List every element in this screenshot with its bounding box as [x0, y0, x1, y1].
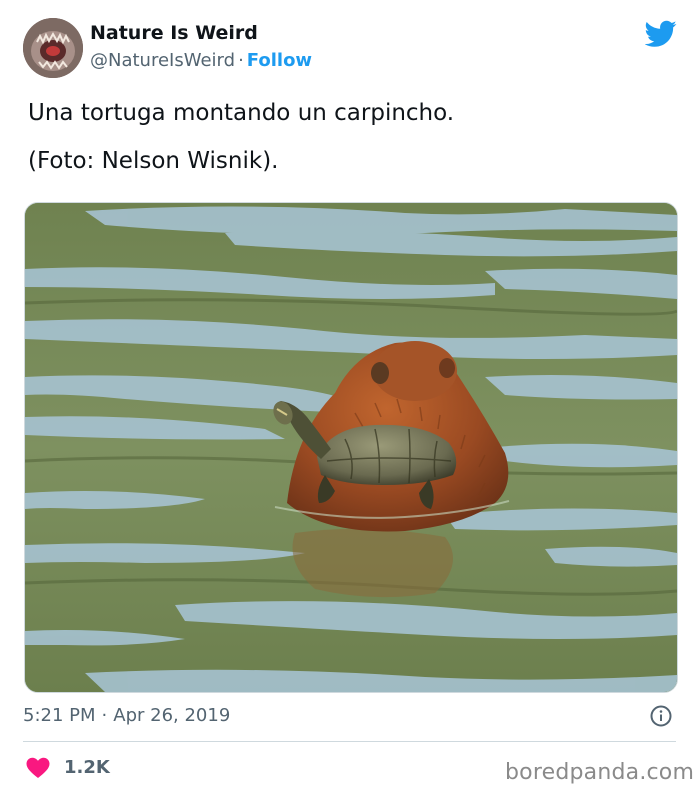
author-handle-row: @NatureIsWeird · Follow — [90, 50, 312, 71]
handle-separator: · — [238, 50, 244, 71]
turtle-on-capybara-photo — [25, 203, 677, 692]
like-count[interactable]: 1.2K — [64, 757, 110, 778]
author-display-name[interactable]: Nature Is Weird — [90, 22, 258, 44]
info-icon[interactable] — [650, 705, 672, 727]
follow-button[interactable]: Follow — [247, 50, 312, 71]
divider — [23, 741, 676, 742]
tweet-text-line-2: (Foto: Nelson Wisnik). — [28, 148, 279, 174]
author-handle[interactable]: @NatureIsWeird — [90, 50, 235, 71]
avatar[interactable] — [23, 18, 83, 78]
tweet-photo[interactable] — [24, 202, 678, 693]
avatar-image — [23, 18, 83, 78]
boredpanda-watermark: boredpanda.com — [505, 760, 695, 785]
heart-icon[interactable] — [26, 757, 50, 779]
tweet-card: Nature Is Weird @NatureIsWeird · Follow Un… — [0, 0, 700, 795]
tweet-timestamp[interactable]: 5:21 PM · Apr 26, 2019 — [23, 705, 230, 726]
tweet-text-line-1: Una tortuga montando un carpincho. — [28, 100, 455, 126]
tweet-time: 5:21 PM — [23, 705, 96, 726]
timestamp-separator: · — [101, 705, 108, 726]
tweet-date: Apr 26, 2019 — [113, 705, 231, 726]
twitter-bird-icon[interactable] — [644, 20, 677, 48]
